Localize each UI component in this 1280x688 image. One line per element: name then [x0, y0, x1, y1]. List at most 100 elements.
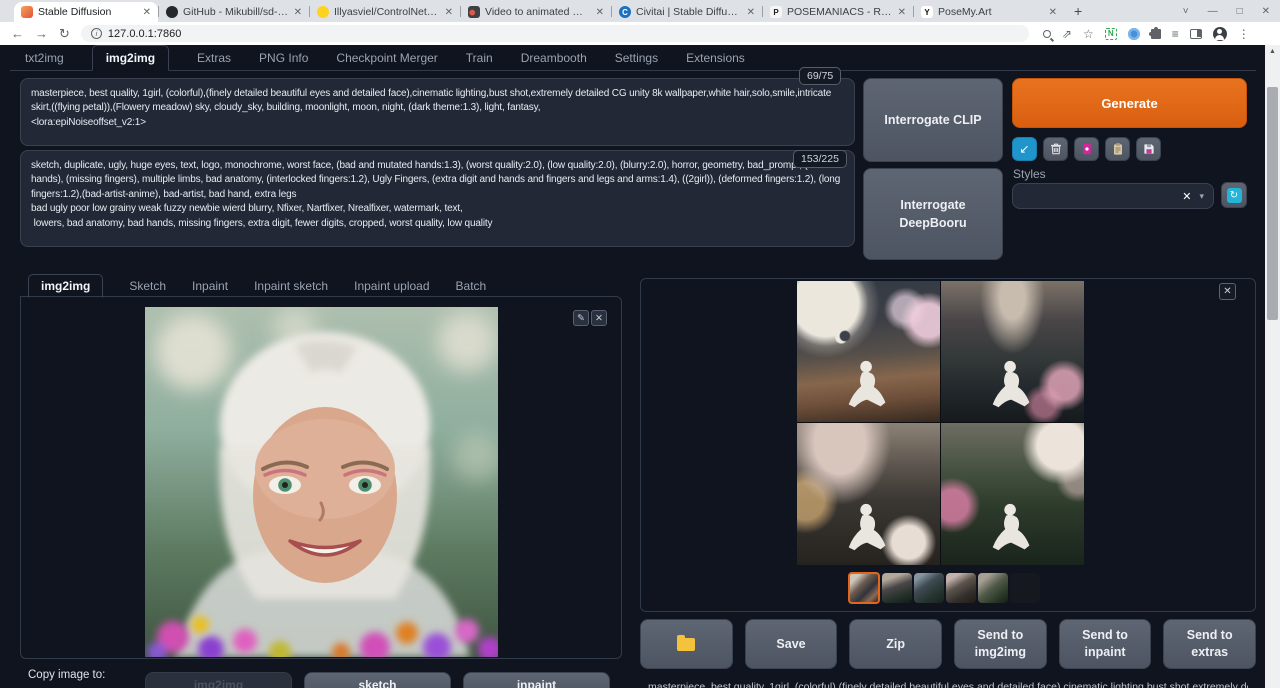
tab-title: Civitai | Stable Diffusion model: [636, 6, 742, 18]
tab-close-icon[interactable]: ✕: [445, 7, 453, 18]
subtab-img2img[interactable]: img2img: [28, 274, 103, 298]
menu-dots-icon[interactable]: ⋮: [1238, 28, 1250, 40]
thumbnail-1-selected[interactable]: [848, 572, 880, 604]
tab-close-icon[interactable]: ✕: [143, 7, 151, 18]
save-style-floppy-icon[interactable]: [1136, 137, 1161, 161]
styles-dropdown[interactable]: ✕ ▾: [1012, 183, 1214, 209]
prompt-input[interactable]: masterpiece, best quality, 1girl, (color…: [20, 78, 855, 146]
thumbnail-6[interactable]: [1010, 573, 1040, 603]
prompt-token-counter: 69/75: [799, 67, 841, 85]
generated-image-4[interactable]: [941, 423, 1084, 565]
gif-converter-favicon: [468, 6, 480, 18]
subtab-inpaint[interactable]: Inpaint: [192, 275, 228, 297]
edit-image-pencil-icon[interactable]: ✎: [573, 310, 589, 326]
browser-tab-github[interactable]: GitHub - Mikubill/sd-webui-co ✕: [159, 2, 309, 22]
send-to-img2img-button[interactable]: Send to img2img: [954, 619, 1047, 669]
extensions-puzzle-icon[interactable]: [1151, 29, 1161, 39]
address-bar[interactable]: i 127.0.0.1:7860: [81, 25, 1029, 42]
browser-tab-posemaniacs[interactable]: P POSEMANIACS - Royalty free 3 ✕: [763, 2, 913, 22]
thumbnail-4[interactable]: [946, 573, 976, 603]
reload-icon[interactable]: ↻: [59, 27, 70, 40]
zoom-icon[interactable]: [1043, 30, 1051, 38]
browser-tab-controlnet[interactable]: Illyasviel/ControlNet at main ✕: [310, 2, 460, 22]
copy-to-inpaint-button[interactable]: inpaint: [463, 672, 610, 688]
tab-png-info[interactable]: PNG Info: [259, 46, 308, 70]
tab-extras[interactable]: Extras: [197, 46, 231, 70]
window-maximize-button[interactable]: □: [1237, 6, 1243, 17]
generated-image-grid[interactable]: [797, 281, 1084, 565]
new-tab-button[interactable]: +: [1074, 3, 1082, 19]
tab-extensions[interactable]: Extensions: [686, 46, 745, 70]
window-minimize-button[interactable]: —: [1208, 6, 1218, 17]
scrollbar-up-arrow[interactable]: ▲: [1265, 45, 1280, 58]
clear-prompt-trash-icon[interactable]: [1043, 137, 1068, 161]
generate-button[interactable]: Generate: [1012, 78, 1247, 128]
zip-button[interactable]: Zip: [849, 619, 942, 669]
interrogate-deepbooru-button[interactable]: Interrogate DeepBooru: [863, 168, 1003, 260]
generated-image-1[interactable]: [797, 281, 940, 422]
tab-img2img[interactable]: img2img: [92, 45, 169, 71]
window-close-button[interactable]: ✕: [1262, 6, 1270, 17]
prompt-tool-buttons: ↙: [1012, 137, 1161, 161]
copy-image-to-label: Copy image to:: [28, 669, 105, 681]
extension-n-icon[interactable]: N: [1105, 28, 1117, 40]
extra-networks-card-icon[interactable]: [1074, 137, 1099, 161]
refresh-styles-button[interactable]: ↻: [1221, 182, 1247, 208]
media-list-icon[interactable]: ≡: [1172, 28, 1179, 40]
tab-title: Illyasviel/ControlNet at main: [334, 6, 440, 18]
generated-image-3[interactable]: [797, 423, 940, 565]
site-info-icon[interactable]: i: [91, 28, 102, 39]
tab-close-icon[interactable]: ✕: [294, 7, 302, 18]
open-folder-button[interactable]: [640, 619, 733, 669]
tab-close-icon[interactable]: ✕: [1049, 7, 1057, 18]
browser-tab-posemyart[interactable]: Y PoseMy.Art ✕: [914, 2, 1064, 22]
copy-to-sketch-button[interactable]: sketch: [304, 672, 451, 688]
save-button[interactable]: Save: [745, 619, 838, 669]
subtab-sketch[interactable]: Sketch: [129, 275, 166, 297]
tab-close-icon[interactable]: ✕: [747, 7, 755, 18]
huggingface-favicon: [317, 6, 329, 18]
forward-icon[interactable]: →: [35, 27, 48, 40]
subtab-inpaint-sketch[interactable]: Inpaint sketch: [254, 275, 328, 297]
thumbnail-5[interactable]: [978, 573, 1008, 603]
tab-settings[interactable]: Settings: [615, 46, 658, 70]
subtab-inpaint-upload[interactable]: Inpaint upload: [354, 275, 429, 297]
profile-avatar[interactable]: [1213, 27, 1227, 41]
tab-search-chevron-icon[interactable]: ˅: [1183, 6, 1189, 17]
interrogate-clip-button[interactable]: Interrogate CLIP: [863, 78, 1003, 162]
generated-image-2[interactable]: [941, 281, 1084, 422]
read-generation-params-icon[interactable]: ↙: [1012, 137, 1037, 161]
bookmark-star-icon[interactable]: ☆: [1083, 28, 1094, 40]
negative-prompt-input[interactable]: sketch, duplicate, ugly, huge eyes, text…: [20, 150, 855, 247]
browser-tab-gif-converter[interactable]: Video to animated GIF converter ✕: [461, 2, 611, 22]
tab-close-icon[interactable]: ✕: [898, 7, 906, 18]
thumbnail-3[interactable]: [914, 573, 944, 603]
page-scrollbar[interactable]: ▲: [1265, 45, 1280, 688]
browser-tab-stable-diffusion[interactable]: Stable Diffusion ✕: [14, 2, 158, 22]
tab-train[interactable]: Train: [466, 46, 493, 70]
tab-checkpoint-merger[interactable]: Checkpoint Merger: [336, 46, 437, 70]
source-image-portrait[interactable]: [145, 307, 498, 657]
tab-dreambooth[interactable]: Dreambooth: [521, 46, 587, 70]
remove-image-close-icon[interactable]: ✕: [591, 310, 607, 326]
civitai-favicon: C: [619, 6, 631, 18]
chevron-down-icon[interactable]: ▾: [1199, 191, 1204, 202]
tab-close-icon[interactable]: ✕: [596, 7, 604, 18]
apply-style-clipboard-icon[interactable]: [1105, 137, 1130, 161]
extension-blue-icon[interactable]: [1128, 28, 1140, 40]
share-icon[interactable]: ⇗: [1062, 28, 1072, 40]
browser-tab-civitai[interactable]: C Civitai | Stable Diffusion model ✕: [612, 2, 762, 22]
back-icon[interactable]: ←: [11, 27, 24, 40]
scrollbar-thumb[interactable]: [1267, 87, 1278, 320]
styles-label: Styles: [1013, 167, 1046, 181]
gallery-close-icon[interactable]: ✕: [1219, 283, 1236, 300]
thumbnail-2[interactable]: [882, 573, 912, 603]
send-to-extras-button[interactable]: Send to extras: [1163, 619, 1256, 669]
tab-txt2img[interactable]: txt2img: [25, 46, 64, 70]
styles-clear-icon[interactable]: ✕: [1182, 190, 1191, 203]
subtab-batch[interactable]: Batch: [456, 275, 487, 297]
send-to-inpaint-button[interactable]: Send to inpaint: [1059, 619, 1152, 669]
stable-diffusion-favicon: [21, 6, 33, 18]
sidebar-icon[interactable]: [1190, 29, 1202, 39]
browser-tab-strip: Stable Diffusion ✕ GitHub - Mikubill/sd-…: [0, 0, 1280, 22]
